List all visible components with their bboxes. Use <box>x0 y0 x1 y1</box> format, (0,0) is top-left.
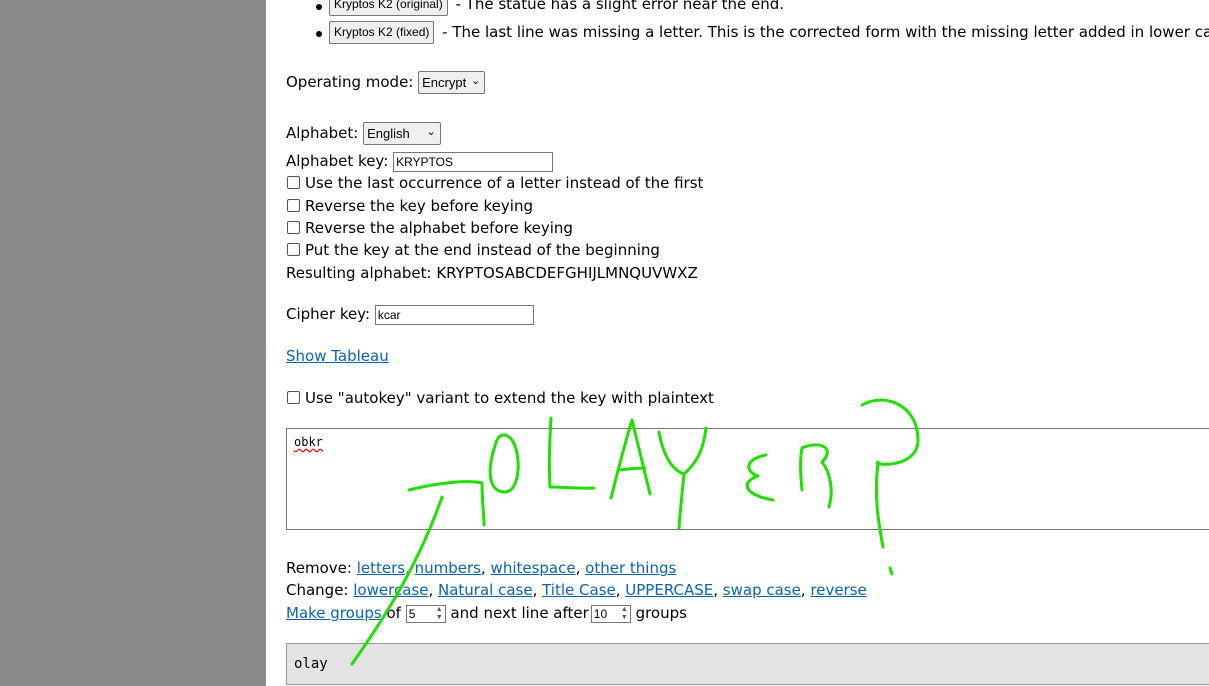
bullet-icon <box>316 31 322 37</box>
change-title-case-link[interactable]: Title Case <box>542 581 616 599</box>
change-label: Change: <box>286 581 349 599</box>
preset-button-kryptos-fixed[interactable]: Kryptos K2 (fixed) <box>329 21 435 44</box>
ciphertext-output[interactable]: olay <box>286 643 1209 685</box>
checkbox[interactable] <box>287 199 300 212</box>
remove-whitespace-link[interactable]: whitespace <box>491 559 576 577</box>
change-swap-case-link[interactable]: swap case <box>723 581 801 599</box>
alphabet-value: English <box>367 126 410 141</box>
bullet-icon <box>316 4 322 10</box>
preset-button-kryptos-original[interactable]: Kryptos K2 (original) <box>329 0 448 16</box>
option-last-occurrence: Use the last occurrence of a letter inst… <box>286 173 703 193</box>
checkbox[interactable] <box>287 176 300 189</box>
cipher-key-input[interactable]: kcar <box>374 304 534 325</box>
remove-row: Remove: letters, numbers, whitespace, ot… <box>286 559 677 577</box>
alphabet-row: Alphabet: English ⌄ <box>286 122 441 145</box>
cipher-key-label: Cipher key: <box>286 305 371 323</box>
next-line-label: and next line after <box>450 604 589 622</box>
input-text: obkr <box>294 435 323 449</box>
line-groups-stepper[interactable]: 10 ▲ ▼ <box>590 604 631 623</box>
remove-numbers-link[interactable]: numbers <box>415 559 481 577</box>
option-label: Reverse the key before keying <box>305 197 533 215</box>
change-reverse-link[interactable]: reverse <box>810 581 866 599</box>
chevron-down-icon: ⌄ <box>471 75 481 87</box>
show-tableau-row: Show Tableau <box>286 346 389 366</box>
remove-letters-link[interactable]: letters <box>357 559 405 577</box>
option-label: Use the last occurrence of a letter inst… <box>305 174 704 192</box>
remove-label: Remove: <box>286 559 352 577</box>
preset-description: - The statue has a slight error near the… <box>455 0 785 13</box>
checkbox[interactable] <box>287 221 300 234</box>
groups-word-label: groups <box>635 604 687 622</box>
line-groups-value: 10 <box>593 606 608 621</box>
autokey-checkbox[interactable] <box>287 391 300 404</box>
change-uppercase-link[interactable]: UPPERCASE <box>625 581 713 599</box>
autokey-row: Use "autokey" variant to extend the key … <box>286 388 714 408</box>
alphabet-key-row: Alphabet key: KRYPTOS <box>286 151 554 172</box>
cipher-tool-panel: Kryptos K2 (original) - The statue has a… <box>286 0 1209 686</box>
page-margin <box>0 0 266 686</box>
alphabet-key-label: Alphabet key: <box>286 152 389 170</box>
group-size-value: 5 <box>408 606 416 621</box>
alphabet-key-input[interactable]: KRYPTOS <box>393 151 554 172</box>
option-key-at-end: Put the key at the end instead of the be… <box>286 240 660 260</box>
operating-mode-select[interactable]: Encrypt ⌄ <box>418 71 486 94</box>
operating-mode-label: Operating mode: <box>286 73 414 91</box>
cipher-key-row: Cipher key: kcar <box>286 304 534 325</box>
groups-of-label: of <box>386 604 401 622</box>
groups-row: Make groups of 5 ▲ ▼ and next line after … <box>286 603 687 623</box>
stepper-arrows-icon: ▲ ▼ <box>435 605 443 621</box>
plaintext-input[interactable]: obkr <box>286 428 1209 530</box>
checkbox[interactable] <box>287 243 300 256</box>
operating-mode-value: Encrypt <box>422 75 467 90</box>
option-reverse-alphabet: Reverse the alphabet before keying <box>286 218 573 238</box>
alphabet-select[interactable]: English ⌄ <box>363 122 441 145</box>
group-size-stepper[interactable]: 5 ▲ ▼ <box>405 604 446 623</box>
change-natural-case-link[interactable]: Natural case <box>438 581 533 599</box>
chevron-down-icon: ⌄ <box>426 126 436 138</box>
output-text: olay <box>294 656 328 672</box>
stepper-arrows-icon: ▲ ▼ <box>620 605 628 621</box>
show-tableau-link[interactable]: Show Tableau <box>286 347 389 365</box>
make-groups-link[interactable]: Make groups <box>286 604 382 622</box>
preset-description: - The last line was missing a letter. Th… <box>442 23 1209 41</box>
option-label: Reverse the alphabet before keying <box>305 219 573 237</box>
alphabet-label: Alphabet: <box>286 124 359 142</box>
change-row: Change: lowercase, Natural case, Title C… <box>286 581 867 599</box>
autokey-label: Use "autokey" variant to extend the key … <box>305 389 714 407</box>
option-label: Put the key at the end instead of the be… <box>305 241 660 259</box>
resulting-alphabet: Resulting alphabet: KRYPTOSABCDEFGHIJLMN… <box>286 264 698 282</box>
remove-other-things-link[interactable]: other things <box>585 559 676 577</box>
operating-mode-row: Operating mode: Encrypt ⌄ <box>286 71 486 94</box>
option-reverse-key: Reverse the key before keying <box>286 196 533 216</box>
change-lowercase-link[interactable]: lowercase <box>353 581 428 599</box>
